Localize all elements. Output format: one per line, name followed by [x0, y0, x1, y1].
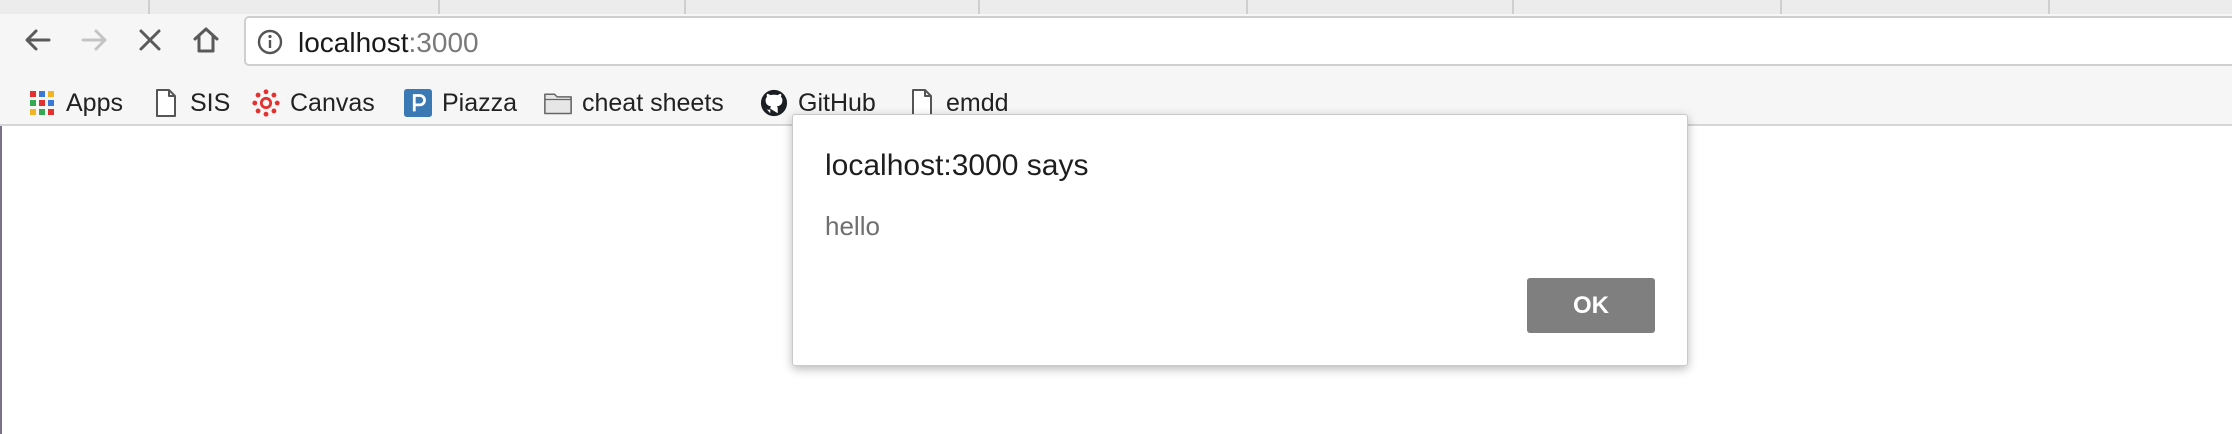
ok-button[interactable]: OK [1527, 278, 1655, 333]
bookmark-cheat-sheets[interactable]: cheat sheets [544, 82, 724, 124]
browser-toolbar: localhost:3000 [0, 14, 2232, 82]
tab-separator [1780, 0, 1782, 14]
tab-separator [148, 0, 150, 14]
bookmark-label: SIS [190, 88, 231, 117]
stop-loading-button[interactable] [128, 18, 172, 62]
dialog-title: localhost:3000 says [825, 149, 1089, 182]
bookmark-label: Apps [66, 88, 123, 117]
bookmark-label: Canvas [290, 88, 375, 117]
bookmark-apps[interactable]: Apps [28, 82, 123, 124]
page-icon [152, 89, 180, 117]
folder-icon [544, 89, 572, 117]
info-icon[interactable] [256, 28, 284, 56]
tab-separator [978, 0, 980, 14]
bookmark-canvas[interactable]: Canvas [252, 82, 375, 124]
home-icon [193, 27, 219, 53]
page-icon [908, 89, 936, 117]
forward-arrow-icon [81, 29, 107, 51]
tab-separator [438, 0, 440, 14]
tab-separator [1512, 0, 1514, 14]
canvas-icon [252, 89, 280, 117]
piazza-icon [404, 89, 432, 117]
bookmark-label: cheat sheets [582, 88, 724, 117]
close-icon [139, 29, 161, 51]
tab-separator [684, 0, 686, 14]
url-host: localhost [298, 27, 409, 58]
back-button[interactable] [16, 18, 60, 62]
bookmark-sis[interactable]: SIS [152, 82, 230, 124]
home-button[interactable] [184, 18, 228, 62]
github-icon [760, 89, 788, 117]
tab-separator [2048, 0, 2050, 14]
bookmark-label: Piazza [442, 88, 518, 117]
address-bar[interactable]: localhost:3000 [244, 16, 2232, 66]
back-arrow-icon [25, 29, 51, 51]
alert-dialog: localhost:3000 says hello OK [792, 114, 1688, 366]
forward-button[interactable] [72, 18, 116, 62]
apps-grid-icon [28, 89, 56, 117]
dialog-message: hello [825, 211, 880, 241]
tab-separator [1246, 0, 1248, 14]
address-url[interactable]: localhost:3000 [298, 27, 479, 59]
url-port: :3000 [408, 27, 479, 58]
tab-strip [0, 0, 2232, 14]
bookmark-piazza[interactable]: Piazza [404, 82, 517, 124]
